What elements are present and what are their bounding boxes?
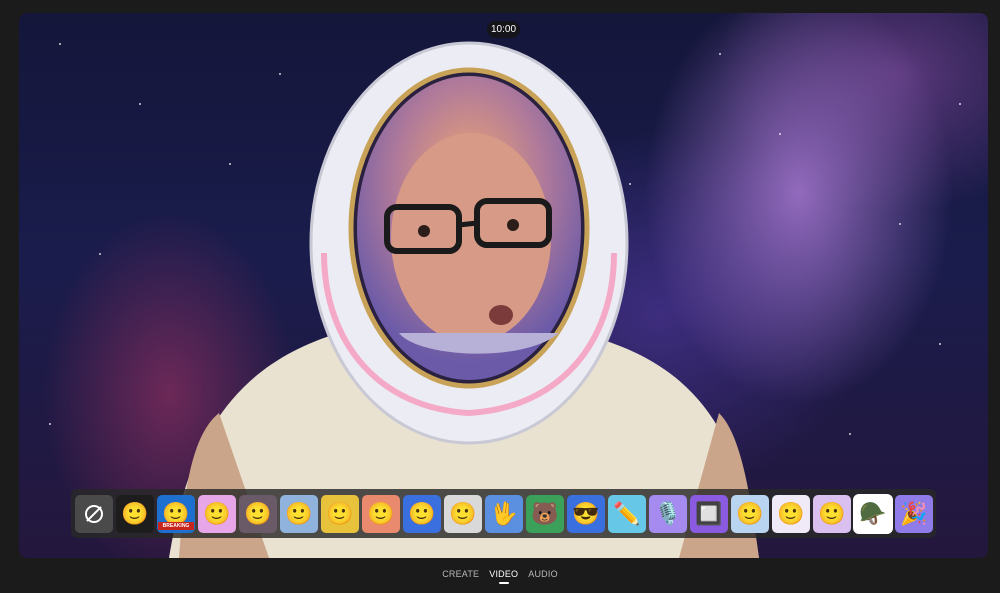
- smiley-sketch-icon: 🙂: [285, 500, 313, 526]
- smiley-glow-icon: 🙂: [367, 500, 395, 526]
- effect-tile[interactable]: 😎: [567, 494, 605, 533]
- effect-tile[interactable]: 🎉: [895, 494, 933, 533]
- smiley-light-icon: 🙂: [777, 500, 805, 526]
- astronaut-helmet-icon: 🪖: [859, 500, 887, 526]
- effect-tile[interactable]: 🙂: [813, 494, 851, 533]
- smiley-yellow-icon: 🙂: [326, 500, 354, 526]
- microphone-icon: 🎙️: [654, 500, 682, 526]
- tab-audio[interactable]: AUDIO: [528, 568, 558, 584]
- frame-lights-icon: 🔲: [695, 500, 723, 526]
- effects-tray: 🙂 🙂 BREAKING 🙂 🙂 🙂 🙂 🙂 🙂 🙂 🖖 🐻 😎 ✏️ 🎙️ 🔲 🙂 🙂 🙂 🪖 🎉: [71, 489, 936, 538]
- person-with-astronaut-helmet: [169, 41, 759, 558]
- camera-preview: 10:00: [19, 13, 988, 558]
- effect-tile[interactable]: 🙂: [321, 494, 359, 533]
- effect-tile[interactable]: 🪖: [853, 493, 893, 534]
- effect-tile[interactable]: 🔲: [690, 494, 728, 533]
- effect-tile[interactable]: 🐻: [526, 494, 564, 533]
- effect-tile[interactable]: 🙂: [198, 494, 236, 533]
- tab-video[interactable]: VIDEO: [489, 568, 518, 584]
- effect-tile[interactable]: ✏️: [608, 494, 646, 533]
- effect-tile[interactable]: 🙂: [239, 494, 277, 533]
- no-effect-icon: [85, 504, 103, 523]
- smiley-burst-icon: 🙂: [244, 500, 272, 526]
- smiley-lavender-icon: 🙂: [818, 500, 846, 526]
- tile-caption: BREAKING: [158, 521, 194, 530]
- effect-tile[interactable]: 🎙️: [649, 494, 687, 533]
- timer-label: 10:00: [487, 21, 520, 38]
- smiley-pink-icon: 🙂: [203, 500, 231, 526]
- party-hat-icon: 🎉: [900, 500, 928, 526]
- effect-tile[interactable]: 🙂 BREAKING: [157, 494, 195, 533]
- effect-tile[interactable]: 🙂: [403, 494, 441, 533]
- effect-tile[interactable]: 🖖: [485, 494, 523, 533]
- smiley-dark-icon: 🙂: [121, 500, 149, 526]
- effect-tile[interactable]: 🙂: [731, 494, 769, 533]
- mode-tabs: CREATE VIDEO AUDIO: [0, 568, 1000, 584]
- sunglasses-face-icon: 😎: [572, 500, 600, 526]
- smiley-swirl-icon: 🙂: [736, 500, 764, 526]
- smiley-rainbow-icon: 🙂: [408, 500, 436, 526]
- effect-tile[interactable]: 🙂: [116, 494, 154, 533]
- smiley-mono-icon: 🙂: [449, 500, 477, 526]
- effect-tile[interactable]: 🙂: [362, 494, 400, 533]
- effect-tile[interactable]: [75, 494, 113, 533]
- pencil-icon: ✏️: [613, 500, 641, 526]
- effect-tile[interactable]: 🙂: [772, 494, 810, 533]
- tab-create[interactable]: CREATE: [442, 568, 479, 584]
- effect-tile[interactable]: 🙂: [280, 494, 318, 533]
- bear-face-icon: 🐻: [531, 500, 559, 526]
- hand-gesture-icon: 🖖: [490, 500, 518, 526]
- effect-tile[interactable]: 🙂: [444, 494, 482, 533]
